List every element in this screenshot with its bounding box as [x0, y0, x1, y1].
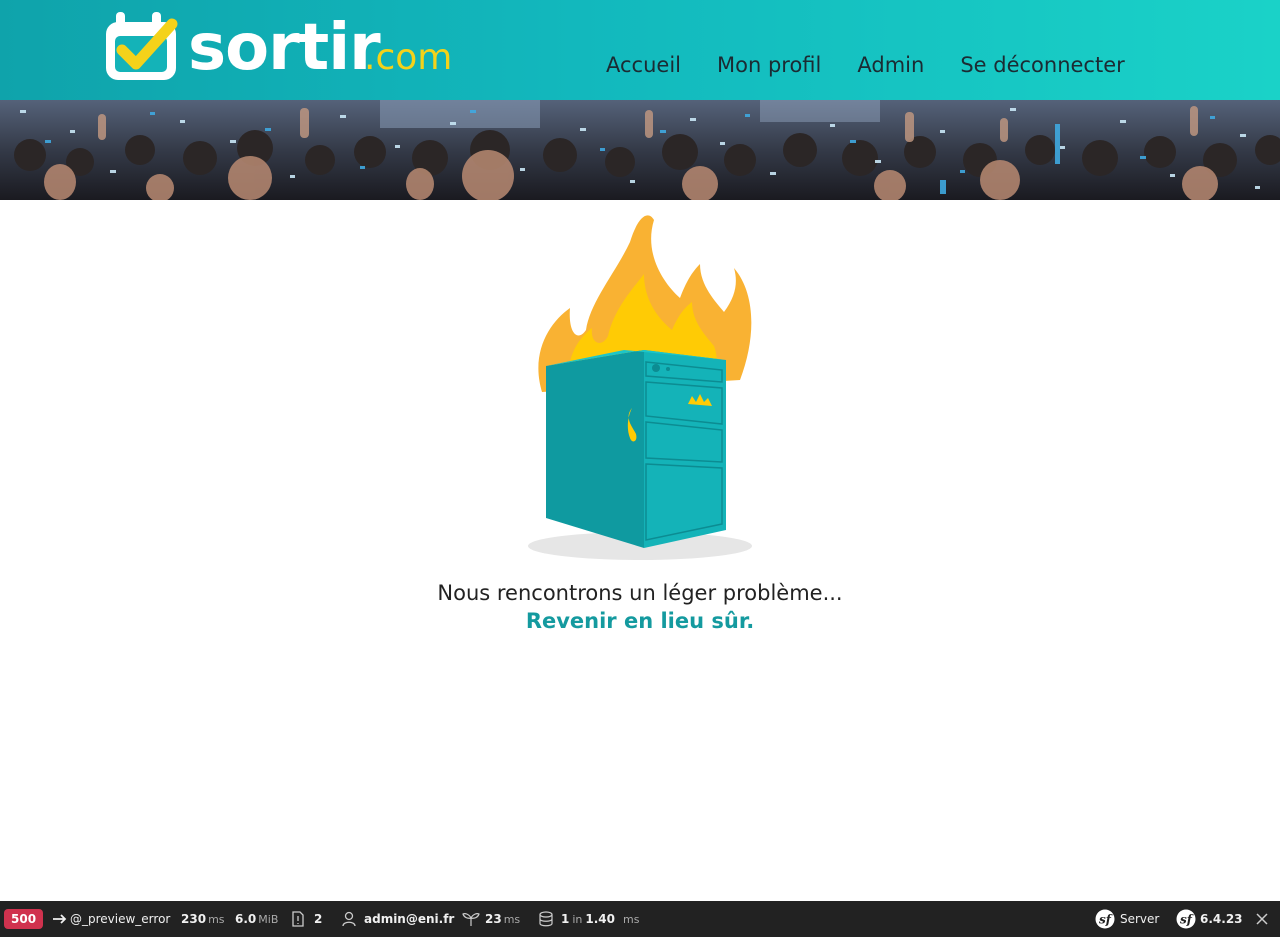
db-unit: ms — [623, 912, 640, 926]
svg-text:sf: sf — [1099, 913, 1113, 927]
toolbar-logs[interactable]: 2 — [291, 901, 322, 937]
site-logo[interactable]: sortir .com — [102, 8, 462, 86]
route-name: @_preview_error — [70, 912, 171, 926]
toolbar-server[interactable]: sf Server — [1095, 901, 1159, 937]
nav-link-admin[interactable]: Admin — [857, 50, 924, 80]
calendar-check-icon — [106, 12, 178, 80]
toolbar-close-button[interactable] — [1256, 901, 1268, 937]
toolbar-memory[interactable]: 6.0 MiB — [235, 901, 278, 937]
symfony-version: 6.4.23 — [1200, 912, 1243, 926]
party-banner-image — [0, 100, 1280, 200]
site-header: sortir .com Accueil Mon profil Admin Se … — [0, 0, 1280, 100]
toolbar-user[interactable]: admin@eni.fr — [342, 901, 454, 937]
burning-server-illustration — [528, 215, 752, 560]
db-query-count: 1 — [561, 912, 570, 926]
crowd-confetti-picture — [0, 100, 1280, 200]
symfony-logo-icon: sf — [1095, 909, 1115, 929]
twig-unit: ms — [503, 912, 521, 926]
toolbar-status[interactable]: 500 — [0, 901, 44, 937]
nav-link-accueil[interactable]: Accueil — [606, 50, 681, 80]
toolbar-route[interactable]: @_preview_error — [52, 901, 170, 937]
logo-suffix: .com — [364, 37, 453, 78]
toolbar-twig[interactable]: 23 ms — [462, 901, 520, 937]
time-unit: ms — [208, 912, 225, 926]
status-code-badge: 500 — [4, 909, 44, 929]
error-message: Nous rencontrons un léger problème... — [437, 581, 843, 605]
toolbar-database[interactable]: 1 in 1.40 ms — [539, 901, 639, 937]
database-icon — [539, 911, 553, 927]
back-to-safety-link[interactable]: Revenir en lieu sûr. — [340, 606, 940, 636]
main-nav: Accueil Mon profil Admin Se déconnecter — [606, 50, 1161, 80]
logs-count: 2 — [314, 912, 323, 926]
nav-link-profil[interactable]: Mon profil — [717, 50, 821, 80]
user-icon — [342, 911, 356, 927]
server-label: Server — [1120, 912, 1160, 926]
debug-toolbar: 500 @_preview_error 230 ms 6.0 MiB 2 adm… — [0, 901, 1280, 937]
log-file-icon — [292, 911, 304, 927]
svg-text:sf: sf — [1180, 913, 1194, 927]
toolbar-time[interactable]: 230 ms — [181, 901, 225, 937]
memory-unit: MiB — [258, 912, 279, 926]
arrow-right-icon — [53, 914, 67, 924]
twig-value: 23 — [485, 912, 502, 926]
db-time: 1.40 — [585, 912, 615, 926]
toolbar-symfony-version[interactable]: sf 6.4.23 — [1176, 901, 1243, 937]
user-email: admin@eni.fr — [364, 912, 455, 926]
close-icon — [1256, 913, 1268, 925]
twig-leaf-icon — [462, 913, 480, 926]
symfony-logo-icon: sf — [1176, 909, 1196, 929]
nav-link-deconnexion[interactable]: Se déconnecter — [960, 50, 1124, 80]
memory-value: 6.0 — [235, 912, 257, 926]
time-value: 230 — [181, 912, 207, 926]
logo-text: sortir — [188, 11, 381, 85]
db-in-label: in — [572, 912, 583, 926]
